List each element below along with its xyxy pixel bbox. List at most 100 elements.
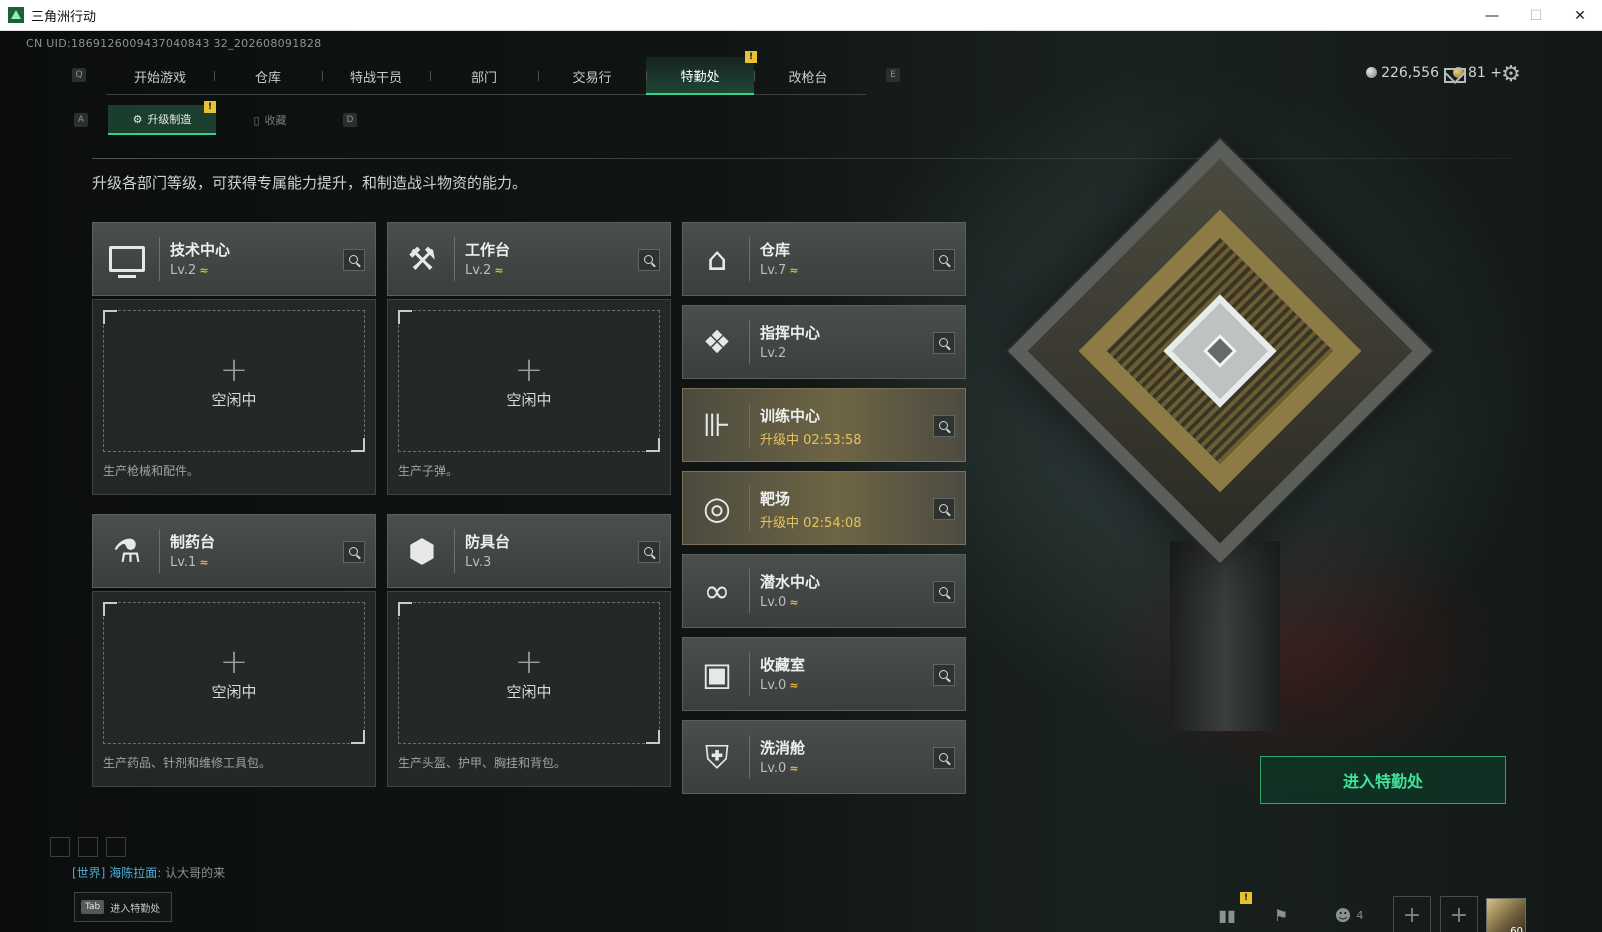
dept-level: Lv.7 ≈: [760, 263, 799, 278]
dept-detail-search-button[interactable]: [638, 541, 660, 563]
upgrade-timer: 升级中 02:53:58: [760, 433, 862, 448]
upgrade-arrow-icon: ≈: [199, 264, 209, 277]
tools-icon: ⚒: [407, 240, 437, 278]
tab-operators[interactable]: 特战干员: [322, 57, 430, 95]
dept-level: Lv.1 ≈: [170, 555, 209, 570]
dept-card-workbench[interactable]: ⚒ 工作台 Lv.2 ≈: [387, 222, 671, 296]
armor-blocks-icon: ⬢: [408, 532, 436, 570]
cube-structure: [1007, 138, 1433, 564]
cube-pillar: [1170, 541, 1280, 731]
search-icon: [938, 503, 948, 513]
sub-nav: ⚙ 升级制造 ▯ 收藏: [108, 105, 324, 135]
display-case-icon: ▣: [701, 655, 733, 693]
add-team-slot-button-2[interactable]: +: [1440, 896, 1478, 932]
settings-gear-icon[interactable]: ⚙: [1500, 64, 1522, 86]
dept-name: 收藏室: [760, 656, 806, 674]
dept-name: 指挥中心: [760, 324, 821, 342]
dept-detail-search-button[interactable]: [933, 747, 955, 769]
dept-level: Lv.2 ≈: [465, 263, 504, 278]
dept-card-warehouse[interactable]: ⌂ 仓库 Lv.7 ≈: [682, 222, 966, 296]
slot-status: 空闲中: [506, 390, 552, 409]
production-panel-armor-bench: + 空闲中 生产头盔、护甲、胸挂和背包。: [387, 591, 671, 787]
dept-name: 潜水中心: [760, 573, 821, 591]
dept-card-command-center[interactable]: ❖ 指挥中心 Lv.2: [682, 305, 966, 379]
search-icon: [938, 669, 948, 679]
search-icon: [938, 337, 948, 347]
tab-collection[interactable]: ▯ 收藏: [216, 105, 324, 135]
production-slot[interactable]: + 空闲中: [103, 602, 365, 744]
dept-detail-search-button[interactable]: [933, 581, 955, 603]
dept-card-armor-bench[interactable]: ⬢ 防具台 Lv.3: [387, 514, 671, 588]
tab-trade[interactable]: 交易行: [538, 57, 646, 95]
dept-detail-search-button[interactable]: [638, 249, 660, 271]
production-slot[interactable]: + 空闲中: [103, 310, 365, 452]
tab-start-game[interactable]: 开始游戏: [106, 57, 214, 95]
dept-card-diving-center[interactable]: ∞ 潜水中心 Lv.0 ≈: [682, 554, 966, 628]
search-icon: [938, 420, 948, 430]
silver-currency: 226,556: [1366, 65, 1439, 81]
search-icon: [938, 254, 948, 264]
world-chat-line[interactable]: [世界] 海陈拉面: 认大哥的来: [72, 864, 225, 881]
friends-button[interactable]: ☻ 4: [1324, 896, 1374, 932]
friends-count: 4: [1356, 908, 1364, 922]
dept-detail-search-button[interactable]: [343, 249, 365, 271]
upgrade-arrow-icon: ≈: [789, 596, 799, 609]
dept-level: Lv.2 ≈: [170, 263, 209, 278]
enter-special-ops-button[interactable]: 进入特勤处: [1260, 756, 1506, 804]
nav-prev-key: Q: [72, 68, 86, 82]
nav-next-key: E: [886, 68, 900, 82]
minimize-button[interactable]: —: [1470, 0, 1514, 31]
tab-department[interactable]: 部门: [430, 57, 538, 95]
dept-detail-search-button[interactable]: [933, 498, 955, 520]
player-avatar[interactable]: 60: [1486, 898, 1526, 932]
dept-card-training-center[interactable]: ⊪ 训练中心 升级中 02:53:58: [682, 388, 966, 462]
mail-icon[interactable]: [1444, 68, 1466, 83]
dept-card-collection-room[interactable]: ▣ 收藏室 Lv.0 ≈: [682, 637, 966, 711]
dept-detail-search-button[interactable]: [343, 541, 365, 563]
tab-warehouse[interactable]: 仓库: [214, 57, 322, 95]
stats-bar-chart-icon[interactable]: ▮▮: [1212, 896, 1242, 932]
tab-special-ops[interactable]: 特勤处: [646, 57, 754, 95]
decon-pod-icon: ⛨: [704, 738, 729, 776]
production-description: 生产头盔、护甲、胸挂和背包。: [398, 756, 567, 770]
window-title: 三角洲行动: [31, 9, 97, 25]
player-level: 60: [1510, 926, 1523, 932]
game-stage: CN UID:1869126009437040843 32_2026080918…: [0, 31, 1602, 932]
add-team-slot-button[interactable]: +: [1393, 896, 1431, 932]
upgrade-arrow-icon: ≈: [789, 762, 799, 775]
target-icon: ◎: [703, 489, 731, 527]
warehouse-icon: ⌂: [706, 240, 728, 278]
special-ops-cube-art: [1007, 121, 1433, 731]
flag-icon[interactable]: ⚑: [1266, 896, 1296, 932]
dept-name: 防具台: [465, 533, 511, 551]
dept-level: Lv.2: [760, 346, 787, 361]
chat-message: 认大哥的来: [165, 866, 226, 880]
search-icon: [938, 586, 948, 596]
dept-card-shooting-range[interactable]: ◎ 靶场 升级中 02:54:08: [682, 471, 966, 545]
dept-card-pharmacy[interactable]: ⚗ 制药台 Lv.1 ≈: [92, 514, 376, 588]
dept-detail-search-button[interactable]: [933, 664, 955, 686]
production-description: 生产枪械和配件。: [103, 464, 200, 478]
dept-name: 洗消舱: [760, 739, 806, 757]
dept-detail-search-button[interactable]: [933, 415, 955, 437]
production-slot[interactable]: + 空闲中: [398, 602, 660, 744]
tab-upgrade-craft[interactable]: ⚙ 升级制造: [108, 105, 216, 135]
tab-gunsmith[interactable]: 改枪台: [754, 57, 862, 95]
production-description: 生产药品、针剂和维修工具包。: [103, 756, 272, 770]
enter-special-ops-hotkey[interactable]: Tab 进入特勤处: [74, 892, 172, 922]
dept-card-decon-pod[interactable]: ⛨ 洗消舱 Lv.0 ≈: [682, 720, 966, 794]
chat-sender[interactable]: 海陈拉面:: [109, 866, 161, 880]
dept-card-tech-center[interactable]: 技术中心 Lv.2 ≈: [92, 222, 376, 296]
upgrade-arrow-icon: ≈: [494, 264, 504, 277]
dept-detail-search-button[interactable]: [933, 332, 955, 354]
dept-level: Lv.3: [465, 555, 492, 570]
tab-key-icon: Tab: [81, 900, 105, 914]
slot-status: 空闲中: [211, 390, 257, 409]
dept-detail-search-button[interactable]: [933, 249, 955, 271]
search-icon: [938, 752, 948, 762]
close-button[interactable]: ✕: [1558, 0, 1602, 31]
production-description: 生产子弹。: [398, 464, 459, 478]
production-slot[interactable]: + 空闲中: [398, 310, 660, 452]
window-titlebar: 三角洲行动 — ☐ ✕: [0, 0, 1602, 31]
maximize-button[interactable]: ☐: [1514, 0, 1558, 31]
